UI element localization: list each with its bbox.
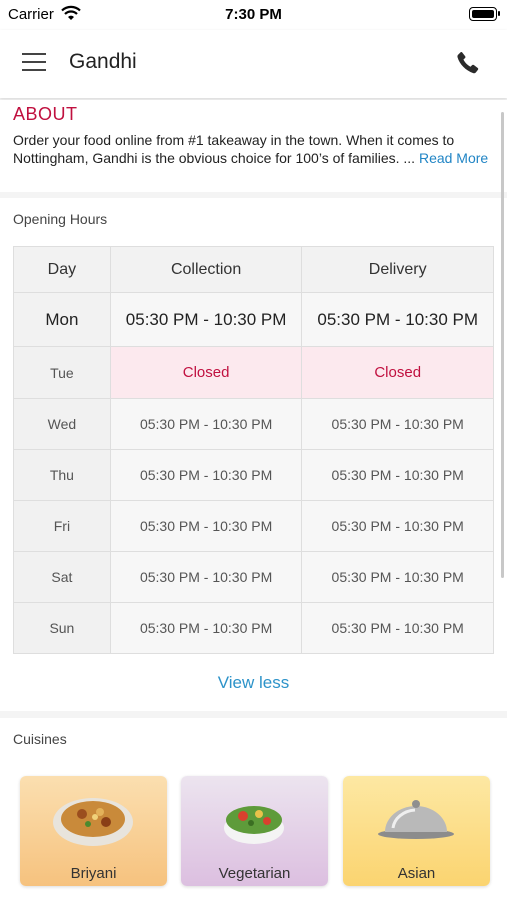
collection-hours-cell: 05:30 PM - 10:30 PM <box>109 292 303 347</box>
battery-icon <box>469 7 500 21</box>
day-cell: Thu <box>13 449 111 501</box>
table-row: Sun 05:30 PM - 10:30 PM 05:30 PM - 10:30… <box>13 602 494 654</box>
cuisine-label: Asian <box>397 865 436 882</box>
collection-hours-cell: 05:30 PM - 10:30 PM <box>109 398 303 450</box>
hamburger-menu-icon[interactable] <box>22 53 48 73</box>
collection-hours-cell: 05:30 PM - 10:30 PM <box>109 449 303 501</box>
collection-hours-cell: 05:30 PM - 10:30 PM <box>109 551 303 603</box>
cuisine-label: Briyani <box>70 865 117 882</box>
day-cell: Mon <box>13 292 111 347</box>
app-header: Gandhi <box>0 30 507 98</box>
column-header-collection: Collection <box>109 246 303 293</box>
column-header-delivery: Delivery <box>301 246 494 293</box>
cuisine-card-briyani[interactable]: Briyani <box>20 776 167 886</box>
table-row: Sat 05:30 PM - 10:30 PM 05:30 PM - 10:30… <box>13 551 494 603</box>
delivery-hours-cell: 05:30 PM - 10:30 PM <box>301 602 494 654</box>
day-cell: Fri <box>13 500 111 552</box>
view-less-link[interactable]: View less <box>0 673 507 693</box>
cloche-icon <box>378 800 454 839</box>
delivery-hours-cell: 05:30 PM - 10:30 PM <box>301 398 494 450</box>
table-row: Fri 05:30 PM - 10:30 PM 05:30 PM - 10:30… <box>13 500 494 552</box>
about-section: ABOUT Order your food online from #1 tak… <box>0 100 507 192</box>
salad-bowl-icon <box>224 806 284 844</box>
cuisines-section: Cuisines Briyani Vegetarian Asian <box>0 718 507 900</box>
delivery-hours-cell: 05:30 PM - 10:30 PM <box>301 449 494 501</box>
page-title: Gandhi <box>69 50 137 73</box>
clock: 7:30 PM <box>225 6 282 23</box>
cuisine-card-asian[interactable]: Asian <box>343 776 490 886</box>
delivery-hours-cell: Closed <box>301 346 494 399</box>
table-row: Thu 05:30 PM - 10:30 PM 05:30 PM - 10:30… <box>13 449 494 501</box>
biryani-plate-icon <box>53 798 133 846</box>
status-bar: Carrier 7:30 PM <box>0 0 507 30</box>
collection-hours-cell: Closed <box>109 346 303 399</box>
column-header-day: Day <box>13 246 111 293</box>
table-row: Wed 05:30 PM - 10:30 PM 05:30 PM - 10:30… <box>13 398 494 450</box>
about-description: Order your food online from #1 takeaway … <box>13 132 455 166</box>
about-heading: ABOUT <box>13 104 78 124</box>
collection-hours-cell: 05:30 PM - 10:30 PM <box>109 500 303 552</box>
delivery-hours-cell: 05:30 PM - 10:30 PM <box>301 292 494 347</box>
table-header-row: Day Collection Delivery <box>13 246 494 293</box>
opening-hours-heading: Opening Hours <box>13 211 108 227</box>
day-cell: Sun <box>13 602 111 654</box>
opening-hours-table: Day Collection Delivery Mon 05:30 PM - 1… <box>13 246 494 654</box>
delivery-hours-cell: 05:30 PM - 10:30 PM <box>301 551 494 603</box>
scrollbar[interactable] <box>501 112 504 578</box>
phone-icon[interactable] <box>455 49 481 77</box>
delivery-hours-cell: 05:30 PM - 10:30 PM <box>301 500 494 552</box>
opening-hours-section: Opening Hours Day Collection Delivery Mo… <box>0 198 507 711</box>
table-row: Tue Closed Closed <box>13 346 494 399</box>
collection-hours-cell: 05:30 PM - 10:30 PM <box>109 602 303 654</box>
about-text: Order your food online from #1 takeaway … <box>13 131 494 167</box>
cuisines-heading: Cuisines <box>13 731 67 747</box>
cuisine-label: Vegetarian <box>218 865 291 882</box>
table-row: Mon 05:30 PM - 10:30 PM 05:30 PM - 10:30… <box>13 292 494 347</box>
cuisine-card-vegetarian[interactable]: Vegetarian <box>181 776 328 886</box>
day-cell: Wed <box>13 398 111 450</box>
read-more-link[interactable]: Read More <box>419 150 488 166</box>
day-cell: Tue <box>13 346 111 399</box>
day-cell: Sat <box>13 551 111 603</box>
